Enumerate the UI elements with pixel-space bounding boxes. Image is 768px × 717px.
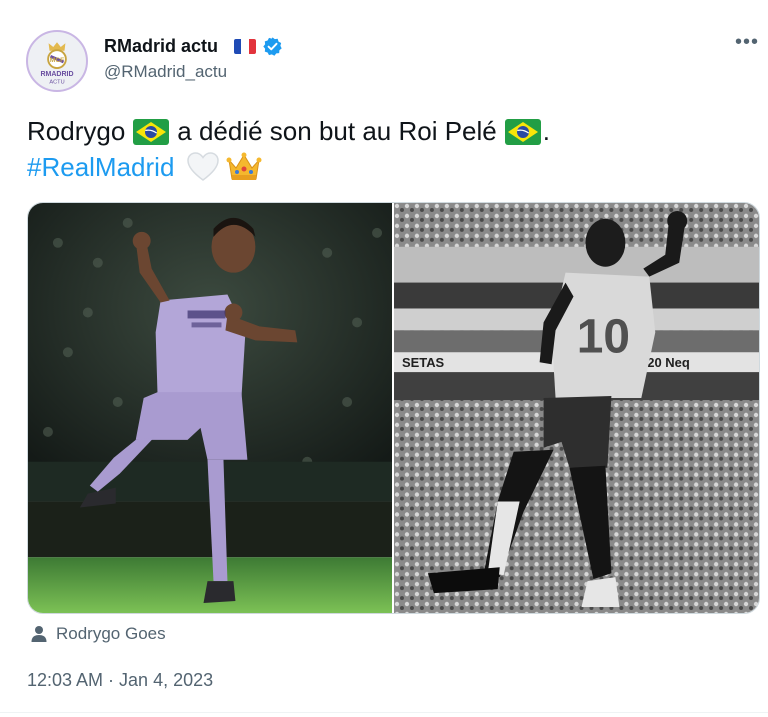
tweet: MCF RMADRID ACTU RMadrid actu @RMadrid_a… [0,0,768,717]
tagged-user[interactable]: Rodrygo Goes [30,624,166,644]
banner-text-right: 20 Neq [647,355,690,370]
photo-rodrygo[interactable] [28,203,392,613]
avatar-text-bottom: ACTU [49,79,64,85]
crown-icon [226,152,262,180]
more-options-icon[interactable]: ••• [735,32,759,52]
tweet-text-line1: Rodrygo a dédié son but au Roi Pelé . [27,116,550,147]
author-handle[interactable]: @RMadrid_actu [104,62,227,82]
shirt-number: 10 [577,310,630,363]
hashtag-link[interactable]: #RealMadrid [27,152,174,183]
tweet-text-part3: . [542,116,550,146]
person-icon [31,626,47,642]
photo-pele[interactable]: SETAS 20 Neq 10 [394,203,759,613]
tweet-text-line2: #RealMadrid [27,150,262,184]
divider [0,712,768,713]
avatar-text-top: RMADRID [40,71,73,78]
svg-text:MCF: MCF [50,57,64,64]
tagged-user-name: Rodrygo Goes [56,624,166,643]
avatar[interactable]: MCF RMADRID ACTU [26,30,88,92]
tweet-text-part1: Rodrygo [27,116,126,146]
white-heart-icon [187,152,220,181]
brazil-flag-icon [133,118,170,145]
france-flag-icon [234,39,256,54]
tweet-text-part2: a dédié son but au Roi Pelé [177,116,497,146]
banner-text-left: SETAS [402,355,445,370]
media-grid: SETAS 20 Neq 10 [27,202,760,614]
tweet-timestamp[interactable]: 12:03 AM · Jan 4, 2023 [27,670,213,691]
brazil-flag-icon [504,118,541,145]
verified-badge-icon [263,37,282,56]
real-madrid-crest-icon: MCF RMADRID ACTU [28,32,86,90]
author-name[interactable]: RMadrid actu [104,36,218,57]
